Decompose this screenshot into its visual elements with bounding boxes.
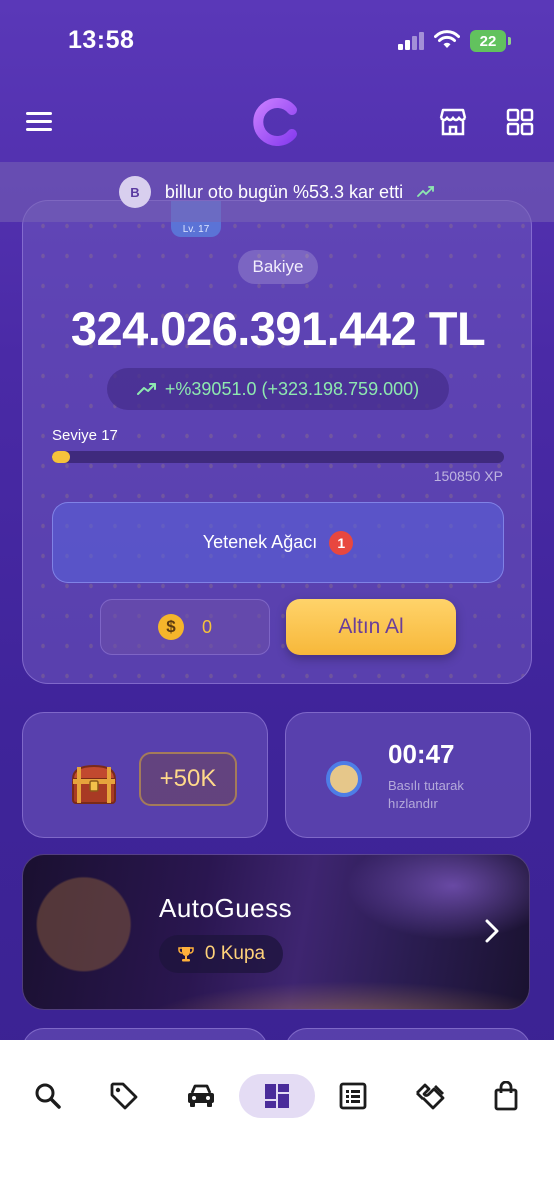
list-icon: [339, 1082, 367, 1110]
bag-icon: [494, 1081, 518, 1111]
dashboard-icon: [264, 1084, 289, 1108]
trend-up-icon: [417, 186, 434, 197]
balance-change: +%39051.0 (+323.198.759.000): [107, 368, 449, 410]
skill-tree-label: Yetenek Ağacı: [202, 532, 318, 552]
chest-bonus[interactable]: +50K: [139, 752, 237, 806]
battery-tip: [508, 37, 511, 45]
trend-up-icon: [136, 383, 156, 395]
treasure-chest-icon: [71, 764, 117, 804]
car-icon: [187, 1084, 214, 1107]
coin-count: 0: [201, 616, 212, 637]
tag-icon: [111, 1082, 138, 1110]
level-progress-bar: [52, 451, 504, 463]
nav-list[interactable]: [315, 1074, 391, 1118]
bottom-nav: [0, 1040, 554, 1200]
dollar-coin-icon: $: [157, 614, 184, 640]
wifi-icon: [434, 30, 460, 48]
balance-change-text: +%39051.0 (+323.198.759.000): [164, 378, 420, 399]
nav-shopping[interactable]: [468, 1074, 544, 1118]
chest-card[interactable]: +50K: [22, 712, 268, 838]
autoguess-card[interactable]: AutoGuess 0 Kupa: [22, 854, 530, 1010]
store-icon[interactable]: [438, 108, 468, 136]
menu-icon[interactable]: [26, 112, 52, 132]
xp-label: 150850 XP: [433, 468, 503, 484]
grid-icon[interactable]: [506, 108, 534, 136]
nav-dashboard[interactable]: [238, 1074, 316, 1118]
timer-value: 00:47: [388, 739, 455, 769]
speedup-timer-card[interactable]: 00:47 Basılı tutarak hızlandır: [285, 712, 531, 838]
notification-badge: 1: [329, 530, 354, 555]
level-label: Seviye 17: [52, 427, 118, 444]
handshake-icon: [415, 1083, 444, 1110]
timer-button[interactable]: [326, 761, 362, 797]
app-logo: [253, 98, 297, 146]
status-time: 13:58: [68, 26, 135, 54]
battery-indicator: 22: [470, 30, 506, 52]
nav-deals[interactable]: [86, 1074, 162, 1118]
balance-label: Bakiye: [238, 250, 318, 284]
balance-amount: 324.026.391.442 TL: [70, 302, 486, 355]
trophy-icon: [178, 947, 194, 962]
app-header: [0, 82, 554, 162]
signal-icon: [398, 32, 426, 50]
timer-hint: Basılı tutarak hızlandır: [388, 778, 464, 811]
skill-tree-button[interactable]: Yetenek Ağacı 1: [52, 502, 504, 583]
avatar: B: [118, 176, 151, 208]
nav-search[interactable]: [10, 1074, 86, 1118]
buy-gold-button[interactable]: Altın Al: [286, 599, 456, 655]
chevron-right-icon[interactable]: [485, 919, 499, 943]
coin-balance: $ 0: [100, 599, 270, 655]
search-icon: [35, 1083, 61, 1109]
ticker-text: billur oto bugün %53.3 kar etti: [164, 181, 404, 202]
status-bar: 13:58 22: [0, 0, 554, 82]
nav-cars[interactable]: [163, 1074, 239, 1118]
autoguess-background: [23, 855, 529, 1009]
trophy-text: 0 Kupa: [204, 943, 266, 964]
autoguess-title: AutoGuess: [159, 893, 293, 923]
balance-card: Lv. 17 Bakiye 324.026.391.442 TL +%39051…: [22, 200, 532, 684]
activity-ticker: B billur oto bugün %53.3 kar etti: [0, 162, 554, 222]
trophy-count: 0 Kupa: [159, 935, 283, 973]
nav-deals-handshake[interactable]: [391, 1074, 467, 1118]
level-progress-fill: [52, 451, 71, 463]
